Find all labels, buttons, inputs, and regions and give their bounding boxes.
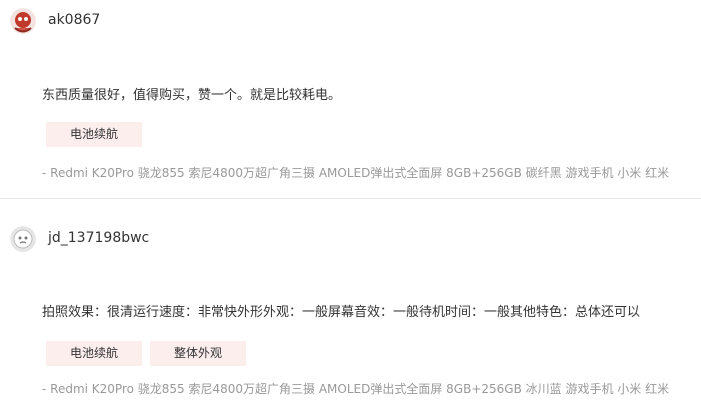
avatar-icon — [10, 226, 36, 252]
tag-list: 电池续航 — [46, 122, 143, 147]
product-info: - Redmi K20Pro 骁龙855 索尼4800万超广角三摄 AMOLED… — [42, 166, 670, 180]
tag-battery-life[interactable]: 电池续航 — [46, 341, 143, 366]
tag-list: 电池续航 整体外观 — [46, 341, 247, 366]
review-content: 东西质量很好，值得购买，赞一个。就是比较耗电。 — [42, 88, 342, 103]
avatar[interactable] — [10, 226, 36, 252]
review-item: jd_137198bwc 拍照效果：很清运行速度：非常快外形外观：一般屏幕音效：… — [0, 199, 701, 409]
review-content: 拍照效果：很清运行速度：非常快外形外观：一般屏幕音效：一般待机时间：一般其他特色… — [42, 305, 641, 320]
avatar-icon — [10, 8, 36, 34]
username[interactable]: ak0867 — [48, 12, 100, 28]
tag-battery-life[interactable]: 电池续航 — [46, 122, 143, 147]
review-item: ak0867 东西质量很好，值得购买，赞一个。就是比较耗电。 电池续航 - Re… — [0, 0, 701, 198]
product-info: - Redmi K20Pro 骁龙855 索尼4800万超广角三摄 AMOLED… — [42, 382, 670, 396]
tag-overall-appearance[interactable]: 整体外观 — [150, 341, 247, 366]
avatar[interactable] — [10, 8, 36, 34]
username[interactable]: jd_137198bwc — [48, 230, 149, 246]
